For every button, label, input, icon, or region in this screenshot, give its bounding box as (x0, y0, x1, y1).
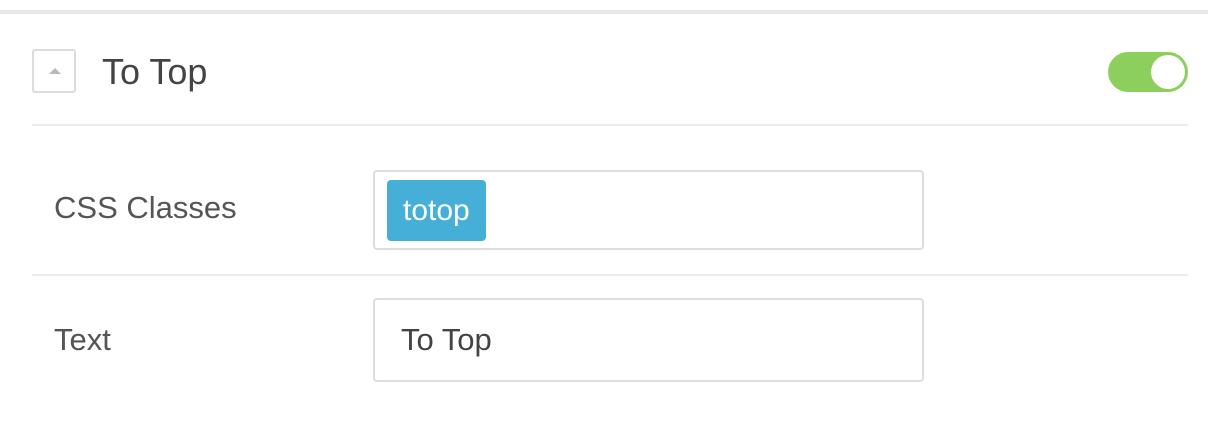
css-class-tag[interactable]: totop (387, 180, 486, 241)
panel-title: To Top (102, 51, 208, 92)
text-label: Text (54, 322, 111, 357)
text-row: Text (32, 276, 1188, 416)
caret-up-icon (49, 68, 61, 74)
panel-header: To Top (32, 14, 1188, 126)
collapse-button[interactable] (32, 49, 76, 93)
text-input[interactable] (375, 300, 922, 380)
text-field-wrapper (373, 298, 924, 382)
enable-toggle[interactable] (1108, 52, 1188, 92)
css-classes-field[interactable]: totop (373, 170, 924, 250)
css-classes-row: CSS Classes totop (32, 126, 1188, 276)
toggle-knob (1151, 55, 1185, 89)
css-classes-label: CSS Classes (54, 190, 237, 225)
